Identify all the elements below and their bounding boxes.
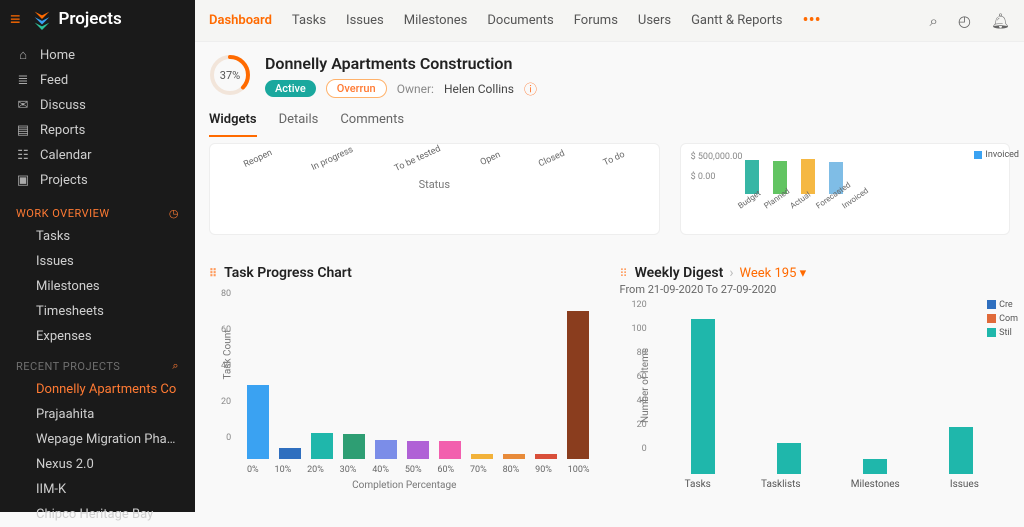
recent-project-item[interactable]: IIM-K [0,477,195,502]
progress-ring: 37% [209,54,251,96]
chevron-right-icon: › [729,265,733,281]
sidebar-item-tasks[interactable]: Tasks [0,224,195,249]
nav-tab-issues[interactable]: Issues [346,13,384,28]
info-icon[interactable]: ⓘ [524,79,537,98]
recent-project-item[interactable]: Chipco Heritage Bay [0,502,195,527]
tpc-bar[interactable] [343,434,365,459]
projects-icon: ▣ [16,173,30,188]
sidebar-item-milestones[interactable]: Milestones [0,274,195,299]
tpc-bar[interactable] [279,448,301,459]
nav-tab-forums[interactable]: Forums [574,13,618,28]
task-progress-panel: ⠿Task Progress Chart Task Count 80604020… [209,265,600,490]
calendar-icon: ☷ [16,148,30,163]
tpc-bar[interactable] [567,311,589,459]
sidebar-item-calendar[interactable]: ☷Calendar [0,143,195,168]
drag-icon[interactable]: ⠿ [620,267,629,280]
tpc-bar[interactable] [375,440,397,459]
nav-tab-tasks[interactable]: Tasks [292,13,326,28]
search-icon[interactable]: ⌕ [172,359,179,373]
owner-name: Helen Collins [444,82,514,96]
tpc-bar[interactable] [439,441,461,459]
sidebar-item-expenses[interactable]: Expenses [0,324,195,349]
week-range: From 21-09-2020 To 27-09-2020 [620,283,1011,296]
work-overview-section: WORK OVERVIEW ◷ [0,197,195,224]
sidebar-item-home[interactable]: ⌂Home [0,42,195,68]
budget-chart-card: $ 500,000.00 $ 0.00 BudgetPlannedActualF… [680,143,1010,235]
sidebar-item-reports[interactable]: ▤Reports [0,118,195,143]
nav-tab-users[interactable]: Users [638,13,671,28]
sidebar-item-feed[interactable]: ≣Feed [0,68,195,93]
wd-bar[interactable] [691,319,715,474]
weekly-digest-panel: ⠿ Weekly Digest › Week 195 ▾ From 21-09-… [620,265,1011,490]
owner-label: Owner: [397,82,434,96]
logo-icon [31,8,53,30]
status-pill-overrun[interactable]: Overrun [326,79,387,98]
drag-icon[interactable]: ⠿ [209,267,218,280]
bell-icon[interactable]: 🔔︎ [991,12,1010,30]
app-name: Projects [59,9,122,29]
sidebar-item-timesheets[interactable]: Timesheets [0,299,195,324]
subtab-comments[interactable]: Comments [340,112,404,137]
feed-icon: ≣ [16,73,30,88]
tpc-bar[interactable] [503,454,525,459]
more-icon[interactable]: ••• [803,12,821,30]
search-icon[interactable]: ⌕ [929,12,937,30]
discuss-icon: ✉ [16,98,30,113]
status-xlabel: Status [224,178,645,191]
wd-bar[interactable] [863,459,887,474]
subtab-widgets[interactable]: Widgets [209,112,257,137]
status-pill-active[interactable]: Active [265,80,316,97]
tpc-bar[interactable] [247,385,269,459]
reports-icon: ▤ [16,123,30,138]
nav-tab-dashboard[interactable]: Dashboard [209,13,272,28]
sidebar-item-discuss[interactable]: ✉Discuss [0,93,195,118]
hamburger-icon[interactable]: ≡ [10,9,21,30]
recent-projects-section: RECENT PROJECTS ⌕ [0,349,195,377]
budget-legend: Invoiced [974,150,1019,160]
nav-tab-milestones[interactable]: Milestones [404,13,468,28]
tpc-bar[interactable] [407,441,429,459]
recent-project-item[interactable]: Donnelly Apartments Co [0,377,195,402]
sidebar: ≡ Projects ⌂Home≣Feed✉Discuss▤Reports☷Ca… [0,0,195,512]
recent-project-item[interactable]: Wepage Migration Phase [0,427,195,452]
nav-tab-gantt-reports[interactable]: Gantt & Reports [691,13,782,28]
progress-percent: 37% [209,54,251,96]
project-title: Donnelly Apartments Construction [265,54,537,73]
tpc-bar[interactable] [471,454,493,459]
week-selector[interactable]: Week 195 ▾ [740,266,807,281]
tpc-bar[interactable] [311,433,333,459]
recent-project-item[interactable]: Prajaahita [0,402,195,427]
content-tabs: Widgets Details Comments [195,98,1024,137]
wd-bar[interactable] [949,427,973,474]
timer-icon[interactable]: ◴ [958,12,971,30]
tpc-bar[interactable] [535,454,557,459]
nav-tab-documents[interactable]: Documents [487,13,553,28]
top-nav: Dashboard Tasks Issues Milestones Documents F… [195,0,1024,42]
project-header: 37% Donnelly Apartments Construction Act… [195,42,1024,98]
sidebar-item-projects[interactable]: ▣Projects [0,168,195,193]
recent-project-item[interactable]: Nexus 2.0 [0,452,195,477]
home-icon: ⌂ [16,47,30,63]
status-chart-card: ReopenIn progressTo be testedOpenClosedT… [209,143,660,235]
logo[interactable]: Projects [31,8,122,30]
sidebar-item-issues[interactable]: Issues [0,249,195,274]
wd-bar[interactable] [777,443,801,474]
clock-icon: ◷ [169,207,179,220]
subtab-details[interactable]: Details [279,112,319,137]
